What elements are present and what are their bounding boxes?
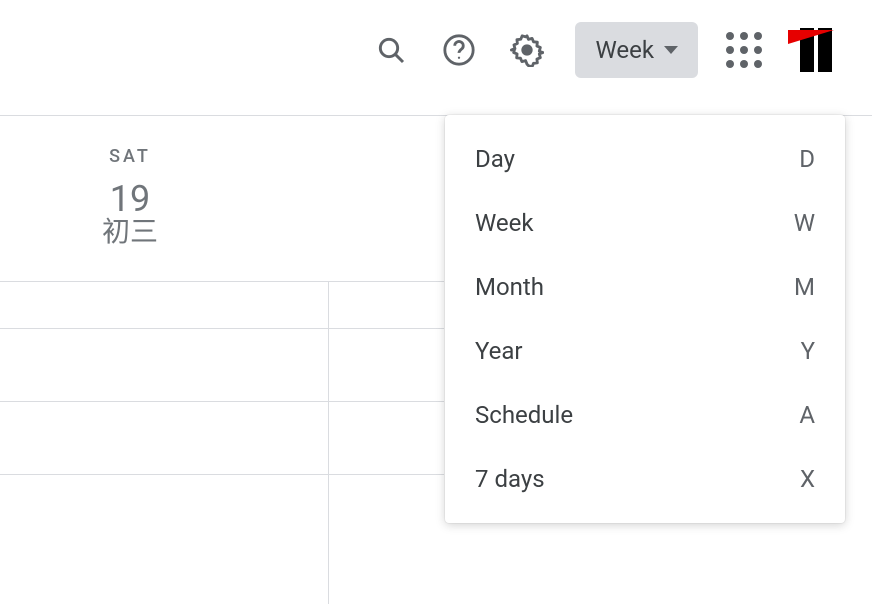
- dropdown-item-week[interactable]: Week W: [445, 191, 845, 255]
- view-selector-button[interactable]: Week: [575, 22, 698, 78]
- dropdown-item-label: Year: [475, 337, 523, 365]
- day-number[interactable]: 19: [60, 181, 200, 217]
- dropdown-item-7days[interactable]: 7 days X: [445, 447, 845, 511]
- dropdown-item-shortcut: W: [794, 209, 815, 237]
- dropdown-item-shortcut: X: [800, 465, 815, 493]
- dropdown-item-month[interactable]: Month M: [445, 255, 845, 319]
- dropdown-item-shortcut: Y: [801, 337, 815, 365]
- toolbar: Week: [0, 0, 872, 100]
- dropdown-item-label: Day: [475, 145, 515, 173]
- view-dropdown-menu: Day D Week W Month M Year Y Schedule A 7…: [445, 115, 845, 523]
- dropdown-item-label: Week: [475, 209, 534, 237]
- dropdown-item-label: Month: [475, 273, 544, 301]
- dropdown-item-label: 7 days: [475, 465, 545, 493]
- dropdown-item-label: Schedule: [475, 401, 573, 429]
- dropdown-item-day[interactable]: Day D: [445, 127, 845, 191]
- dropdown-item-year[interactable]: Year Y: [445, 319, 845, 383]
- dropdown-item-shortcut: A: [799, 401, 815, 429]
- dropdown-item-shortcut: M: [794, 273, 815, 301]
- account-avatar[interactable]: [790, 24, 842, 76]
- apps-grid-icon[interactable]: [726, 32, 762, 68]
- day-of-week-label: SAT: [60, 146, 200, 167]
- lunar-day-label: 初三: [60, 217, 200, 248]
- settings-gear-icon[interactable]: [507, 30, 547, 70]
- day-header: SAT 19 初三: [60, 146, 200, 248]
- chevron-down-icon: [664, 46, 678, 54]
- view-selector-label: Week: [595, 36, 654, 64]
- help-icon[interactable]: [439, 30, 479, 70]
- search-icon[interactable]: [371, 30, 411, 70]
- dropdown-item-schedule[interactable]: Schedule A: [445, 383, 845, 447]
- dropdown-item-shortcut: D: [799, 145, 815, 173]
